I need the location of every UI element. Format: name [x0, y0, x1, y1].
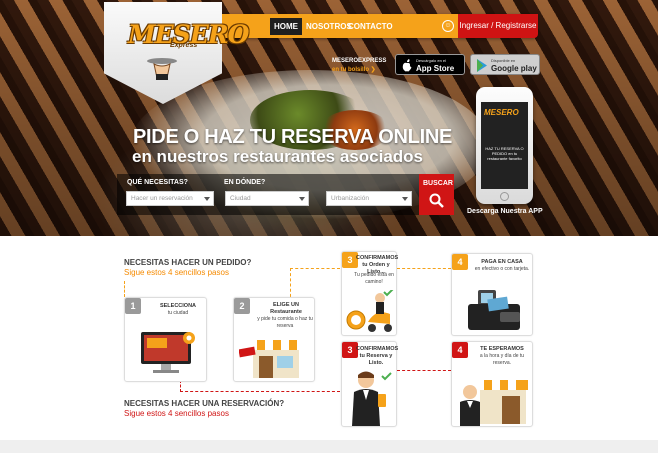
step-title: CONFIRMAMOS tu Reserva y Listo. — [356, 346, 399, 366]
step-title: PAGA EN CASA — [481, 259, 523, 265]
step-subtitle: en efectivo o con tarjeta. — [474, 266, 530, 272]
step-number: 1 — [125, 298, 141, 314]
zone-select[interactable]: Urbanización — [326, 191, 412, 206]
search-button-label: BUSCAR — [423, 180, 453, 187]
google-play-button[interactable]: Disponible en Google play — [470, 54, 540, 75]
need-select[interactable]: Hacer un reservación — [126, 191, 214, 206]
waiter-phone-icon — [352, 371, 392, 426]
step-subtitle: a la hora y día de tu reserva. — [479, 353, 525, 366]
phone-home-button — [500, 192, 509, 201]
google-play-icon — [477, 59, 487, 72]
app-promo-subtitle: en tu bolsillo ❯ — [332, 67, 376, 73]
need-label: QUÉ NECESITAS? — [127, 179, 188, 186]
waiter-hand-tray-icon — [147, 58, 177, 80]
app-promo-title: MESEROEXPRESS — [332, 58, 387, 64]
login-register-button[interactable]: Ingresar / Registrarse — [458, 14, 538, 38]
reserve-question: NECESITAS HACER UNA RESERVACIÓN? — [124, 399, 285, 408]
google-play-label: Google play — [491, 64, 537, 73]
step-card-2: 2 ELIGE UN Restaurante y pide tu comida … — [233, 297, 315, 382]
nav-contacto[interactable]: CONTACTO — [344, 18, 397, 35]
connector-line — [124, 281, 127, 297]
wallet-card-icon — [468, 290, 520, 330]
step-card-4-order: 4 PAGA EN CASA en efectivo o con tarjeta… — [451, 253, 533, 336]
user-icon[interactable]: ☺ — [442, 20, 454, 32]
order-question: NECESITAS HACER UN PEDIDO? — [124, 258, 252, 267]
delivery-scooter-icon — [346, 290, 394, 332]
hero-subheadline: en nuestros restaurantes asociados — [132, 147, 424, 166]
hero-headline: PIDE O HAZ TU RESERVA ONLINE — [133, 126, 453, 148]
step-number: 4 — [452, 254, 468, 270]
phone-mockup[interactable]: MESERO HAZ TU RESERVA O PEDIDO en tu res… — [476, 87, 533, 204]
chevron-right-icon: ❯ — [370, 67, 376, 73]
order-subtitle: Sigue estos 4 sencillos pasos — [124, 268, 229, 277]
step-subtitle: tu ciudad — [167, 310, 189, 316]
app-store-button[interactable]: Descárgalo en el App Store — [395, 54, 465, 75]
step-number: 2 — [234, 298, 250, 314]
step-card-3-reserve: 3 CONFIRMAMOS tu Reserva y Listo. — [341, 341, 399, 427]
step-subtitle: y pide tu comida o haz tu reserva — [257, 316, 313, 329]
google-play-small: Disponible en — [491, 58, 516, 63]
restaurant-storefront-icon — [239, 340, 303, 378]
city-select[interactable]: Ciudad — [225, 191, 309, 206]
restaurant-host-icon — [460, 380, 528, 426]
chevron-down-icon — [402, 197, 408, 201]
step-card-1: 1 SELECCIONA tu ciudad — [124, 297, 207, 382]
chevron-down-icon — [204, 197, 210, 201]
step-subtitle: Tu pedido está en camino! — [354, 272, 394, 285]
step-card-3-order: 3 CONFIRMAMOS tu Orden y Listo... Tu ped… — [341, 251, 398, 336]
where-label: EN DÓNDE? — [224, 179, 266, 186]
step-card-4-reserve: 4 TE ESPERAMOS a la hora y día de tu res… — [451, 341, 533, 427]
step-title: SELECCIONA — [159, 303, 197, 309]
chevron-down-icon — [299, 197, 305, 201]
phone-screen: MESERO HAZ TU RESERVA O PEDIDO en tu res… — [481, 102, 528, 189]
reserve-subtitle: Sigue estos 4 sencillos pasos — [124, 409, 229, 418]
computer-monitor-icon — [141, 332, 195, 373]
connector-line — [397, 268, 451, 269]
app-store-small: Descárgalo en el — [416, 58, 447, 63]
step-title: ELIGE UN Restaurante — [270, 302, 302, 315]
search-button[interactable]: BUSCAR — [419, 174, 454, 215]
connector-line — [397, 370, 451, 371]
search-icon — [429, 193, 444, 208]
apple-icon — [402, 59, 412, 72]
logo-subtext: Express — [170, 42, 198, 49]
step-number: 4 — [452, 342, 468, 358]
search-form: QUÉ NECESITAS? EN DÓNDE? Hacer un reserv… — [117, 174, 419, 215]
app-store-label: App Store — [416, 64, 455, 73]
nav-home[interactable]: HOME — [270, 18, 302, 35]
step-title: TE ESPERAMOS — [480, 346, 524, 352]
download-app-caption[interactable]: Descarga Nuestra APP — [467, 208, 543, 215]
phone-logo: MESERO — [484, 108, 519, 117]
phone-screen-text: HAZ TU RESERVA O PEDIDO en tu restaurant… — [485, 146, 524, 161]
footer-strip — [0, 440, 658, 453]
